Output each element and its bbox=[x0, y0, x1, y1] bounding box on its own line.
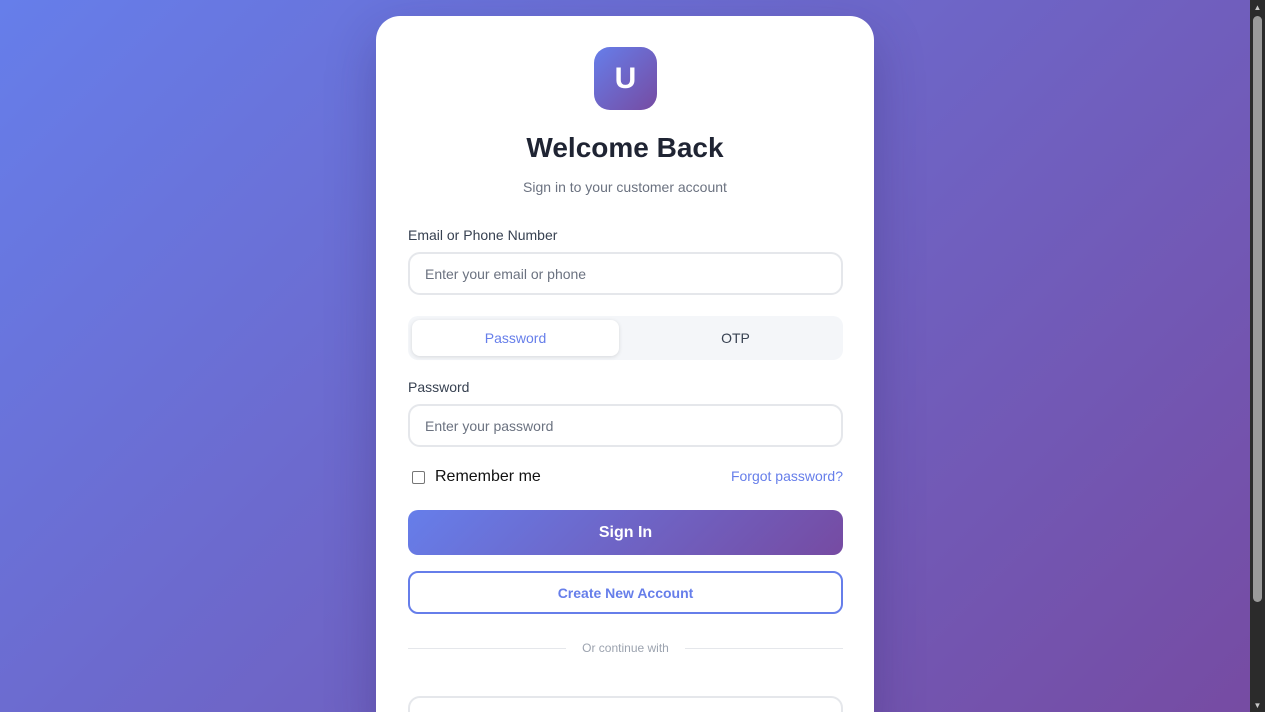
vertical-scrollbar[interactable]: ▲ ▼ bbox=[1250, 0, 1265, 712]
password-input[interactable] bbox=[408, 404, 843, 447]
remember-me: Remember me bbox=[412, 467, 541, 487]
forgot-password-link[interactable]: Forgot password? bbox=[731, 468, 843, 484]
scroll-up-arrow-icon[interactable]: ▲ bbox=[1250, 0, 1265, 14]
divider-line-right bbox=[685, 648, 843, 649]
login-card: U Welcome Back Sign in to your customer … bbox=[376, 16, 874, 712]
app-logo: U bbox=[594, 47, 657, 110]
tab-password[interactable]: Password bbox=[412, 320, 619, 356]
password-label: Password bbox=[408, 379, 470, 395]
create-account-button[interactable]: Create New Account bbox=[408, 571, 843, 614]
scrollbar-thumb[interactable] bbox=[1253, 16, 1262, 602]
sign-in-button[interactable]: Sign In bbox=[408, 510, 843, 555]
tab-otp[interactable]: OTP bbox=[632, 320, 839, 356]
social-divider: Or continue with bbox=[408, 640, 843, 656]
remember-me-checkbox[interactable] bbox=[412, 470, 425, 484]
logo-letter: U bbox=[614, 61, 637, 95]
auth-method-tabs: Password OTP bbox=[408, 316, 843, 360]
remember-me-label[interactable]: Remember me bbox=[435, 468, 541, 486]
scroll-down-arrow-icon[interactable]: ▼ bbox=[1250, 698, 1265, 712]
page-title: Welcome Back bbox=[526, 132, 724, 163]
email-input[interactable] bbox=[408, 252, 843, 295]
page-subtitle: Sign in to your customer account bbox=[523, 179, 727, 195]
page-background: U Welcome Back Sign in to your customer … bbox=[0, 0, 1250, 712]
social-login-button[interactable] bbox=[408, 696, 843, 712]
email-label: Email or Phone Number bbox=[408, 227, 558, 243]
